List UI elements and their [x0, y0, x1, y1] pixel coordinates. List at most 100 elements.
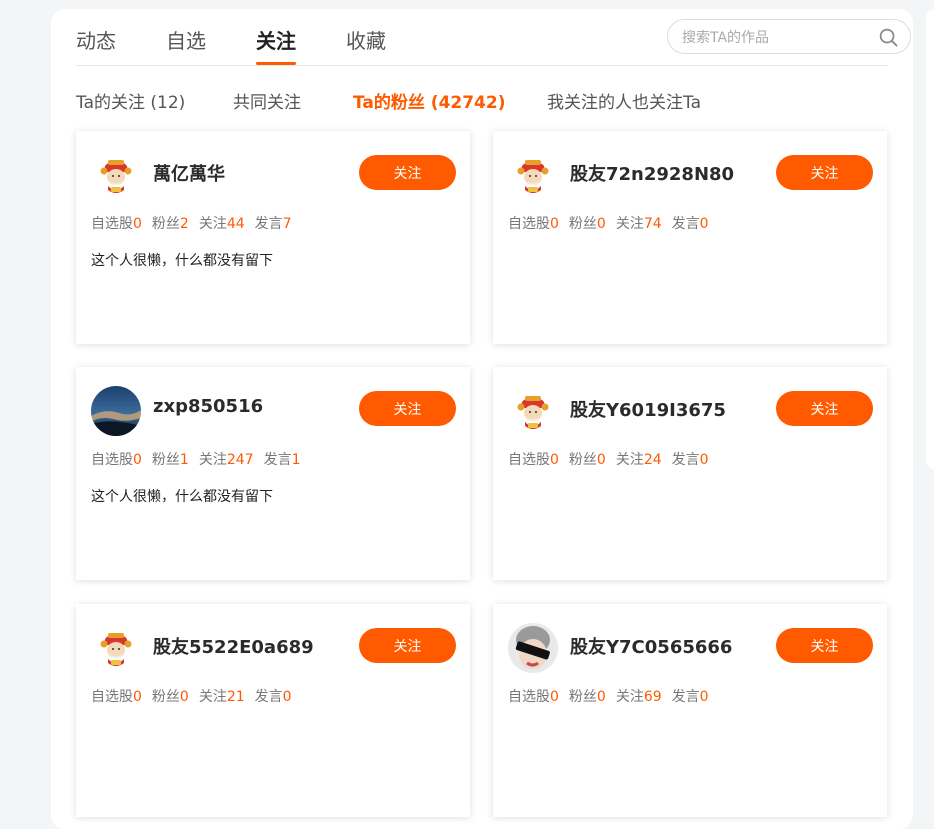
stat-value: 0 — [596, 216, 606, 232]
stat-posts[interactable]: 发言0 — [255, 689, 292, 705]
stat-posts[interactable]: 发言1 — [264, 452, 301, 468]
user-stats: 自选股0 粉丝0 关注74 发言0 — [508, 213, 719, 233]
stat-label: 关注 — [198, 216, 227, 232]
stat-value: 69 — [643, 689, 662, 705]
stat-label: 关注 — [198, 689, 227, 705]
stat-posts[interactable]: 发言0 — [672, 216, 709, 232]
user-card: 股友72n2928N80 关注 自选股0 粉丝0 关注74 发言0 — [493, 131, 887, 344]
stat-stocks[interactable]: 自选股0 — [91, 216, 142, 232]
stat-posts[interactable]: 发言0 — [672, 452, 709, 468]
subtab-mutual-following[interactable]: 共同关注 — [233, 88, 301, 113]
stat-value: 0 — [282, 689, 292, 705]
tab-following[interactable]: 关注 — [256, 25, 296, 65]
stat-value: 44 — [226, 216, 245, 232]
stat-value: 0 — [596, 452, 606, 468]
right-panel-edge — [926, 9, 934, 469]
stat-fans[interactable]: 粉丝1 — [152, 452, 189, 468]
follow-button[interactable]: 关注 — [359, 628, 456, 663]
stat-value: 24 — [643, 452, 662, 468]
tab-favorites[interactable]: 收藏 — [346, 25, 386, 54]
user-card: 股友5522E0a689 关注 自选股0 粉丝0 关注21 发言0 — [76, 604, 470, 817]
stat-label: 发言 — [263, 452, 292, 468]
stat-label: 发言 — [671, 452, 700, 468]
avatar[interactable] — [91, 623, 141, 673]
avatar[interactable] — [508, 623, 558, 673]
user-card: 股友Y6019I3675 关注 自选股0 粉丝0 关注24 发言0 — [493, 367, 887, 580]
tab-dynamics[interactable]: 动态 — [76, 25, 116, 54]
stat-stocks[interactable]: 自选股0 — [508, 216, 559, 232]
stat-label: 粉丝 — [151, 452, 180, 468]
stat-stocks[interactable]: 自选股0 — [508, 689, 559, 705]
stat-fans[interactable]: 粉丝0 — [569, 452, 606, 468]
user-card: 股友Y7C0565666 关注 自选股0 粉丝0 关注69 发言0 — [493, 604, 887, 817]
follow-button[interactable]: 关注 — [359, 155, 456, 190]
stat-following[interactable]: 关注21 — [199, 689, 245, 705]
stat-label: 自选股 — [91, 216, 133, 232]
username-link[interactable]: 股友72n2928N80 — [570, 160, 734, 186]
user-stats: 自选股0 粉丝1 关注247 发言1 — [91, 449, 311, 469]
subtab-ta-following[interactable]: Ta的关注 (12) — [76, 88, 185, 113]
subtab-ta-fans[interactable]: Ta的粉丝 (42742) — [353, 88, 505, 113]
tab-watchlist[interactable]: 自选 — [166, 25, 206, 54]
follow-button[interactable]: 关注 — [776, 628, 873, 663]
stat-label: 自选股 — [91, 689, 133, 705]
stat-value: 0 — [133, 689, 142, 705]
username-link[interactable]: 萬亿萬华 — [153, 160, 225, 186]
stat-following[interactable]: 关注24 — [616, 452, 662, 468]
stat-fans[interactable]: 粉丝0 — [152, 689, 189, 705]
stat-label: 粉丝 — [568, 689, 597, 705]
stat-value: 1 — [291, 452, 301, 468]
stat-fans[interactable]: 粉丝0 — [569, 216, 606, 232]
search-icon[interactable] — [879, 28, 898, 47]
stat-label: 发言 — [254, 689, 283, 705]
avatar[interactable] — [91, 150, 141, 200]
stat-label: 关注 — [615, 689, 644, 705]
stat-following[interactable]: 关注69 — [616, 689, 662, 705]
username-link[interactable]: 股友Y6019I3675 — [570, 396, 726, 422]
active-tab-indicator — [256, 62, 296, 65]
avatar[interactable] — [508, 150, 558, 200]
stat-value: 0 — [133, 216, 142, 232]
username-link[interactable]: zxp850516 — [153, 396, 263, 417]
avatar[interactable] — [508, 386, 558, 436]
stat-following[interactable]: 关注74 — [616, 216, 662, 232]
user-stats: 自选股0 粉丝0 关注21 发言0 — [91, 686, 302, 706]
username-link[interactable]: 股友5522E0a689 — [153, 633, 314, 659]
stat-value: 7 — [282, 216, 292, 232]
stat-label: 粉丝 — [151, 216, 180, 232]
follow-button[interactable]: 关注 — [776, 391, 873, 426]
user-card: zxp850516 关注 自选股0 粉丝1 关注247 发言1 这个人很懒，什么都没有留下 — [76, 367, 470, 580]
user-bio: 这个人很懒，什么都没有留下 — [91, 489, 273, 505]
stat-label: 关注 — [615, 216, 644, 232]
stat-stocks[interactable]: 自选股0 — [91, 689, 142, 705]
stat-label: 自选股 — [91, 452, 133, 468]
search-box — [667, 19, 911, 54]
follow-button[interactable]: 关注 — [359, 391, 456, 426]
stat-stocks[interactable]: 自选股0 — [508, 452, 559, 468]
stat-label: 自选股 — [508, 216, 550, 232]
stat-label: 发言 — [254, 216, 283, 232]
stat-value: 74 — [643, 216, 662, 232]
main-tabs: 动态 自选 关注 收藏 — [76, 9, 911, 66]
follow-button[interactable]: 关注 — [776, 155, 873, 190]
stat-value: 0 — [550, 452, 559, 468]
stat-label: 粉丝 — [151, 689, 180, 705]
search-input[interactable] — [680, 27, 874, 49]
stat-posts[interactable]: 发言0 — [672, 689, 709, 705]
stat-value: 247 — [226, 452, 254, 468]
stat-value: 0 — [596, 689, 606, 705]
stat-fans[interactable]: 粉丝0 — [569, 689, 606, 705]
stat-posts[interactable]: 发言7 — [255, 216, 292, 232]
stat-stocks[interactable]: 自选股0 — [91, 452, 142, 468]
stat-value: 0 — [699, 689, 709, 705]
stat-fans[interactable]: 粉丝2 — [152, 216, 189, 232]
subtab-also-followed[interactable]: 我关注的人也关注Ta — [547, 88, 701, 113]
avatar[interactable] — [91, 386, 141, 436]
stat-label: 发言 — [671, 689, 700, 705]
stat-label: 发言 — [671, 216, 700, 232]
stat-label: 粉丝 — [568, 452, 597, 468]
sub-tabs: Ta的关注 (12) 共同关注 Ta的粉丝 (42742) 我关注的人也关注Ta — [76, 88, 888, 114]
username-link[interactable]: 股友Y7C0565666 — [570, 633, 732, 659]
stat-following[interactable]: 关注44 — [199, 216, 245, 232]
stat-following[interactable]: 关注247 — [199, 452, 254, 468]
